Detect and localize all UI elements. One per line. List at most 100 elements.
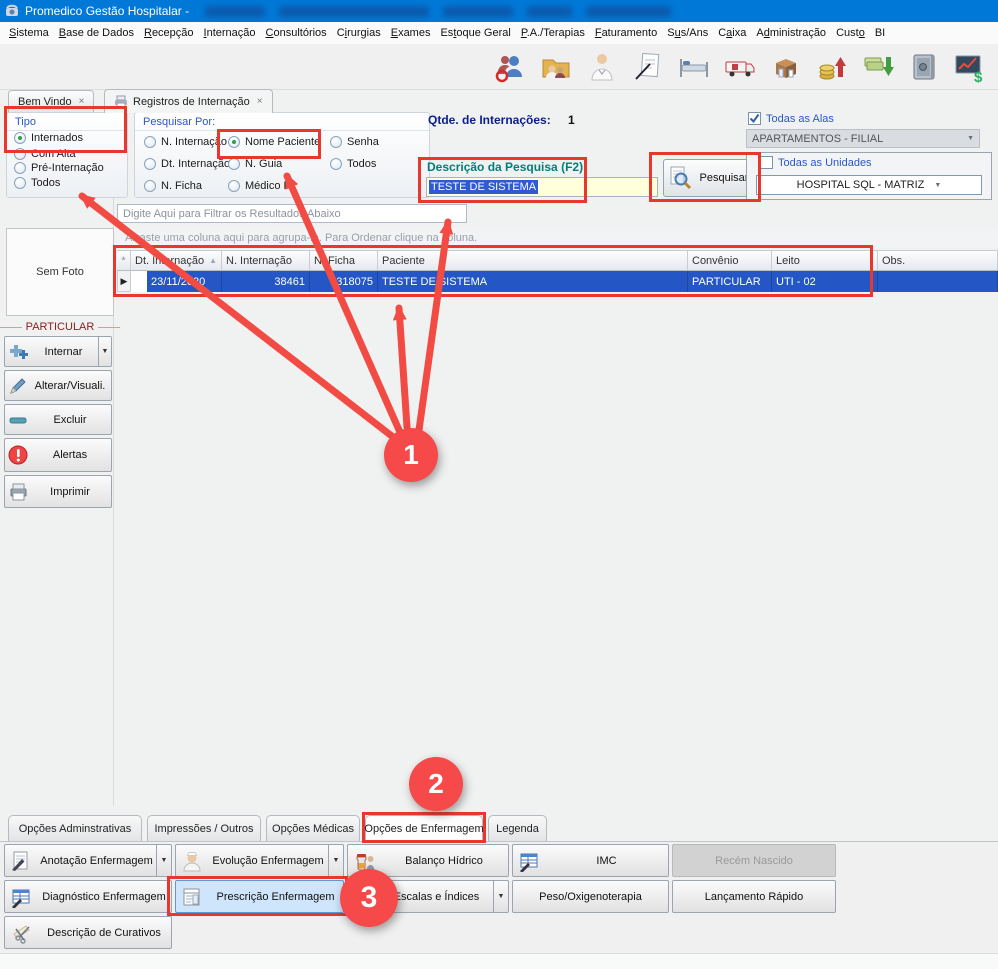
note-pen-icon <box>5 850 37 872</box>
column-chooser-icon[interactable]: * <box>117 250 131 271</box>
tab-opcoes-enfermagem[interactable]: Opções de Enfermagem <box>365 815 483 842</box>
menu-bi[interactable]: BI <box>870 24 890 42</box>
escalas-dropdown[interactable]: ▼ <box>493 881 508 912</box>
col-paciente[interactable]: Paciente <box>378 250 688 271</box>
radio-n-internacao[interactable]: N. Internação <box>144 136 227 148</box>
tab-bem-vindo[interactable]: Bem Vindo × <box>8 90 94 112</box>
contract-icon[interactable] <box>628 47 668 87</box>
menubar: Sistema Base de Dados Recepção Internaçã… <box>0 22 998 44</box>
table-row[interactable]: ▶ 23/11/2020 38461 318075 TESTE DE SISTE… <box>117 271 998 292</box>
ambulance-icon[interactable] <box>720 47 760 87</box>
descricao-curativos-button[interactable]: Descrição de Curativos <box>4 916 172 949</box>
imprimir-button[interactable]: Imprimir <box>4 475 112 508</box>
col-n-internacao[interactable]: N. Internação <box>222 250 310 271</box>
menu-base-de-dados[interactable]: Base de Dados <box>54 24 139 42</box>
evolucao-dropdown[interactable]: ▼ <box>328 845 343 876</box>
menu-sus-ans[interactable]: Sus/Ans <box>662 24 713 42</box>
imc-button[interactable]: IMC <box>512 844 669 877</box>
radio-n-ficha[interactable]: N. Ficha <box>144 180 202 192</box>
finance-chart-icon[interactable]: $ <box>950 47 990 87</box>
menu-administracao[interactable]: Administração <box>751 24 831 42</box>
radio-com-alta[interactable]: Com Alta <box>14 148 76 160</box>
menu-consultorios[interactable]: Consultórios <box>261 24 332 42</box>
col-n-ficha[interactable]: N. Ficha <box>310 250 378 271</box>
panel-divider <box>113 112 114 806</box>
menu-caixa[interactable]: Caixa <box>713 24 751 42</box>
alas-select[interactable]: APARTAMENTOS - FILIAL▼ <box>746 129 980 148</box>
balanco-hidrico-button[interactable]: Balanço Hídrico <box>347 844 509 877</box>
expenses-down-icon[interactable] <box>858 47 898 87</box>
alterar-visualizar-button[interactable]: Alterar/Visuali. <box>4 370 112 401</box>
cell-n-internacao: 38461 <box>222 271 310 292</box>
menu-recepcao[interactable]: Recepção <box>139 24 199 42</box>
col-obs[interactable]: Obs. <box>878 250 998 271</box>
col-leito[interactable]: Leito <box>772 250 878 271</box>
radio-internados[interactable]: Internados <box>14 132 83 144</box>
hospital-bed-icon[interactable] <box>674 47 714 87</box>
minus-bar-icon <box>5 410 31 430</box>
menu-estoque-geral[interactable]: Estoque Geral <box>435 24 515 42</box>
menu-exames[interactable]: Exames <box>386 24 436 42</box>
diagnostico-enfermagem-button[interactable]: Diagnóstico Enfermagem <box>4 880 172 913</box>
checkbox-unchecked-icon <box>760 156 773 169</box>
qtde-label: Qtde. de Internações: <box>428 113 551 127</box>
prescricao-enfermagem-button[interactable]: Prescrição Enfermagem <box>175 880 344 913</box>
col-dt-internacao[interactable]: Dt. Internação▲ <box>131 250 222 271</box>
close-icon[interactable]: × <box>257 96 263 107</box>
close-icon[interactable]: × <box>79 96 85 107</box>
menu-custo[interactable]: Custo <box>831 24 870 42</box>
menu-internacao[interactable]: Internação <box>199 24 261 42</box>
window-title: Promedico Gestão Hospitalar - <box>25 4 189 18</box>
internar-dropdown[interactable]: ▼ <box>98 337 111 366</box>
menu-faturamento[interactable]: Faturamento <box>590 24 662 42</box>
escalas-indices-button[interactable]: Escalas e Índices ▼ <box>347 880 509 913</box>
pesquisar-por-title: Pesquisar Por: <box>135 113 429 131</box>
radio-dt-internacao[interactable]: Dt. Internação <box>144 158 230 170</box>
menu-pa-terapias[interactable]: P.A./Terapias <box>516 24 590 42</box>
internar-button[interactable]: Internar ▼ <box>4 336 112 367</box>
anotacao-dropdown[interactable]: ▼ <box>156 845 171 876</box>
search-icon <box>668 166 693 191</box>
lancamento-rapido-button[interactable]: Lançamento Rápido <box>672 880 836 913</box>
toolbar: $ <box>0 44 998 90</box>
radio-senha[interactable]: Senha <box>330 136 379 148</box>
sync-users-icon[interactable] <box>490 47 530 87</box>
menu-sistema[interactable]: Sistema <box>4 24 54 42</box>
doctor-icon[interactable] <box>582 47 622 87</box>
tab-legenda[interactable]: Legenda <box>488 815 547 841</box>
alertas-button[interactable]: Alertas <box>4 438 112 472</box>
cell-leito: UTI - 02 <box>772 271 878 292</box>
safe-icon[interactable] <box>904 47 944 87</box>
radio-n-guia[interactable]: N. Guia <box>228 158 282 170</box>
printer-icon <box>114 95 128 108</box>
peso-oxigenoterapia-button[interactable]: Peso/Oxigenoterapia <box>512 880 669 913</box>
patient-records-icon[interactable] <box>536 47 576 87</box>
unidades-select[interactable]: HOSPITAL SQL - MATRIZ▼ <box>756 175 982 195</box>
col-convenio[interactable]: Convênio <box>688 250 772 271</box>
menu-cirurgias[interactable]: Cirurgias <box>332 24 386 42</box>
radio-todos-pesquisa[interactable]: Todos <box>330 158 376 170</box>
radio-nome-paciente[interactable]: Nome Paciente <box>228 136 320 148</box>
todas-as-unidades-checkbox[interactable]: Todas as Unidades <box>760 156 872 169</box>
app-window: Promedico Gestão Hospitalar - Sistema Ba… <box>0 0 998 969</box>
radio-pre-internacao[interactable]: Pré-Internação <box>14 162 104 174</box>
tab-opcoes-medicas[interactable]: Opções Médicas <box>266 815 360 841</box>
todas-as-alas-checkbox[interactable]: Todas as Alas <box>748 112 834 125</box>
app-icon <box>5 4 19 18</box>
tab-registros-internacao[interactable]: Registros de Internação × <box>104 89 273 113</box>
radio-medico-r[interactable]: Médico R. <box>228 180 295 192</box>
radio-todos-tipo[interactable]: Todos <box>14 177 60 189</box>
evolucao-enfermagem-button[interactable]: Evolução Enfermagem ▼ <box>175 844 344 877</box>
revenue-up-icon[interactable] <box>812 47 852 87</box>
descricao-input[interactable]: TESTE DE SISTEMA <box>426 177 658 197</box>
excluir-button[interactable]: Excluir <box>4 404 112 435</box>
annotation-step-1: 1 <box>384 428 438 482</box>
filter-input[interactable]: Digite Aqui para Filtrar os Resultados A… <box>117 204 467 223</box>
nurse-icon <box>176 850 208 872</box>
pencil-icon <box>5 376 31 396</box>
anotacao-enfermagem-button[interactable]: Anotação Enfermagem ▼ <box>4 844 172 877</box>
pesquisar-button[interactable]: Pesquisar <box>663 159 753 197</box>
supplies-box-icon[interactable] <box>766 47 806 87</box>
tab-impressoes-outros[interactable]: Impressões / Outros <box>147 815 261 841</box>
tab-opcoes-administrativas[interactable]: Opções Adminstrativas <box>8 815 142 841</box>
